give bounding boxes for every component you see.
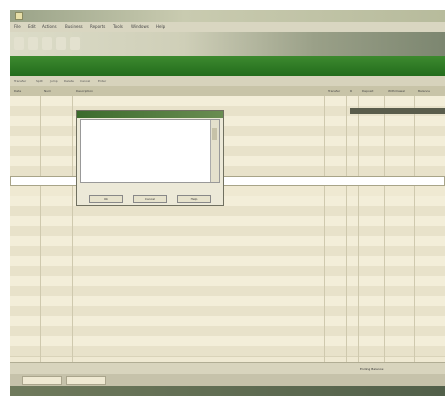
toolbar-button-5[interactable] [70,37,80,50]
tab-1[interactable] [22,376,62,385]
menu-bar: File Edit Actions Business Reports Tools… [10,22,445,32]
ok-button[interactable]: Ok [89,195,123,203]
menu-help[interactable]: Help [156,24,165,29]
col-withdrawal[interactable]: Withdrawal [388,89,405,93]
ending-balance-label: Ending Balance: [360,367,385,371]
column-divider [40,96,41,362]
action-transfer[interactable]: Transfer [14,79,26,83]
account-list[interactable] [80,119,220,183]
action-cancel[interactable]: Cancel [80,79,90,83]
menu-windows[interactable]: Windows [131,24,149,29]
col-r[interactable]: R [350,89,352,93]
title-bar [10,10,445,22]
col-date[interactable]: Date [14,89,21,93]
column-divider [358,96,359,362]
action-delete[interactable]: Delete [64,79,74,83]
menu-edit[interactable]: Edit [28,24,36,29]
menu-tools[interactable]: Tools [113,24,123,29]
list-scrollbar[interactable] [210,120,219,182]
toolbar-button-2[interactable] [28,37,38,50]
popup-title-bar [77,111,223,118]
status-bar [10,386,445,396]
col-description[interactable]: Description [76,89,93,93]
toolbar-button-3[interactable] [42,37,52,50]
toolbar-button-1[interactable] [14,37,24,50]
column-divider [72,96,73,362]
column-divider [414,96,415,362]
action-jump[interactable]: Jump [50,79,58,83]
col-transfer[interactable]: Transfer [328,89,340,93]
table-row[interactable] [10,346,445,357]
menu-actions[interactable]: Actions [42,24,57,29]
column-divider [346,96,347,362]
menu-business[interactable]: Business [65,24,83,29]
app-icon [15,12,23,20]
popup-filter-row [80,185,220,193]
action-enter[interactable]: Enter [98,79,106,83]
tab-strip [10,374,445,386]
toolbar-button-4[interactable] [56,37,66,50]
account-picker-popup: Ok Cancel Help [76,110,224,206]
split-header-strip [350,108,445,114]
col-balance[interactable]: Balance [418,89,430,93]
tab-2[interactable] [66,376,106,385]
col-num[interactable]: Num [44,89,51,93]
register-header [10,56,445,76]
scrollbar-thumb[interactable] [212,128,217,140]
app-window: File Edit Actions Business Reports Tools… [10,10,445,396]
menu-reports[interactable]: Reports [90,24,105,29]
help-button[interactable]: Help [177,195,211,203]
menu-file[interactable]: File [14,24,21,29]
column-divider [384,96,385,362]
toolbar [10,32,445,56]
cancel-button[interactable]: Cancel [133,195,167,203]
column-divider [324,96,325,362]
action-split[interactable]: Split [36,79,43,83]
col-deposit[interactable]: Deposit [362,89,373,93]
